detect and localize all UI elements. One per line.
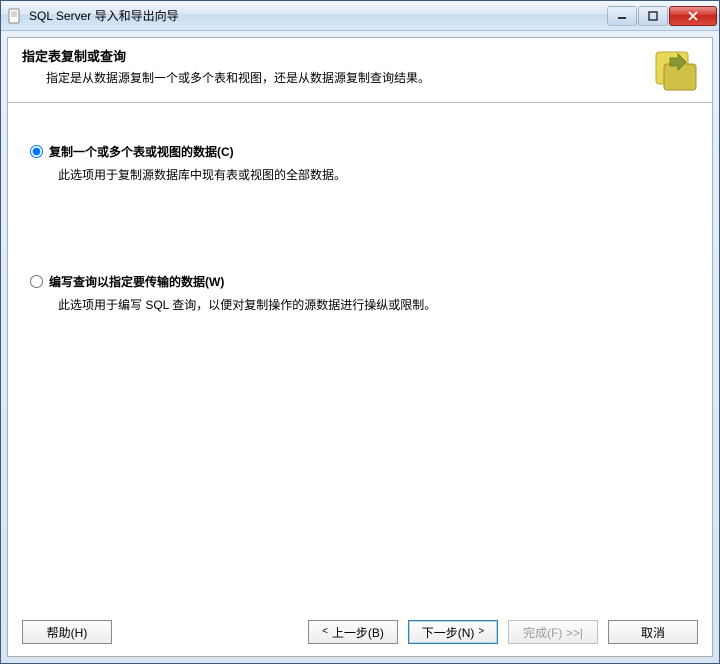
option-write-query: 编写查询以指定要传输的数据(W) 此选项用于编写 SQL 查询，以便对复制操作的… — [30, 273, 690, 313]
option-query-label: 编写查询以指定要传输的数据(W) — [49, 273, 224, 290]
minimize-button[interactable] — [607, 6, 637, 26]
app-icon — [7, 8, 23, 24]
option-query-row[interactable]: 编写查询以指定要传输的数据(W) — [30, 273, 690, 290]
close-button[interactable] — [669, 6, 717, 26]
maximize-button[interactable] — [638, 6, 668, 26]
back-button[interactable]: < 上一步(B) — [308, 620, 398, 644]
content: 指定表复制或查询 指定是从数据源复制一个或多个表和视图，还是从数据源复制查询结果… — [7, 37, 713, 657]
finish-button[interactable]: 完成(F) >>| — [508, 620, 598, 644]
header-text: 指定表复制或查询 指定是从数据源复制一个或多个表和视图，还是从数据源复制查询结果… — [22, 46, 640, 86]
page-description: 指定是从数据源复制一个或多个表和视图，还是从数据源复制查询结果。 — [22, 69, 640, 86]
option-query-description: 此选项用于编写 SQL 查询，以便对复制操作的源数据进行操纵或限制。 — [30, 296, 690, 313]
page-title: 指定表复制或查询 — [22, 46, 640, 65]
back-button-label: 上一步(B) — [332, 624, 384, 641]
chevron-right-icon: > — [478, 627, 484, 637]
cancel-button[interactable]: 取消 — [608, 620, 698, 644]
wizard-window: SQL Server 导入和导出向导 指定表复制或查询 指定是从数据源复制一个或… — [0, 0, 720, 664]
option-copy-description: 此选项用于复制源数据库中现有表或视图的全部数据。 — [30, 166, 690, 183]
radio-write-query[interactable] — [30, 275, 43, 288]
next-button[interactable]: 下一步(N) > — [408, 620, 498, 644]
option-copy-row[interactable]: 复制一个或多个表或视图的数据(C) — [30, 143, 690, 160]
chevron-left-icon: < — [322, 627, 328, 637]
wizard-icon — [650, 46, 698, 94]
window-controls — [607, 6, 717, 26]
radio-copy-tables[interactable] — [30, 145, 43, 158]
help-button[interactable]: 帮助(H) — [22, 620, 112, 644]
option-copy-tables: 复制一个或多个表或视图的数据(C) 此选项用于复制源数据库中现有表或视图的全部数… — [30, 143, 690, 183]
next-button-label: 下一步(N) — [422, 624, 475, 641]
window-title: SQL Server 导入和导出向导 — [29, 7, 607, 24]
option-copy-label: 复制一个或多个表或视图的数据(C) — [49, 143, 234, 160]
wizard-header: 指定表复制或查询 指定是从数据源复制一个或多个表和视图，还是从数据源复制查询结果… — [8, 38, 712, 103]
titlebar: SQL Server 导入和导出向导 — [1, 1, 719, 31]
wizard-footer: 帮助(H) < 上一步(B) 下一步(N) > 完成(F) >>| 取消 — [8, 610, 712, 656]
wizard-body: 复制一个或多个表或视图的数据(C) 此选项用于复制源数据库中现有表或视图的全部数… — [8, 103, 712, 610]
